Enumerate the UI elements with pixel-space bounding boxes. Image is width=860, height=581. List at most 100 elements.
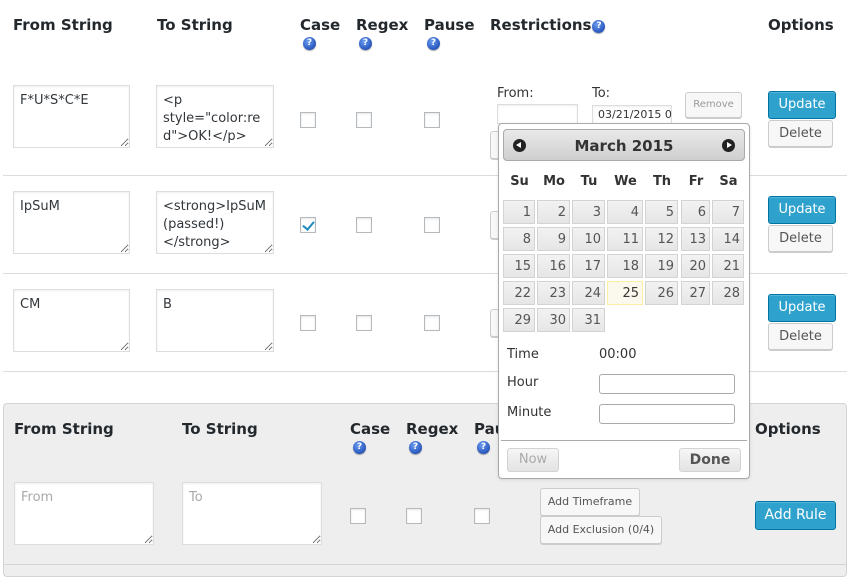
header-restrictions: Restrictions?	[490, 16, 606, 34]
calendar-day[interactable]: 1	[503, 200, 535, 224]
restriction-to-input[interactable]: 03/21/2015 0	[592, 105, 672, 124]
header-regex-label: Regex	[356, 16, 409, 34]
remove-restriction-button[interactable]: Remove	[685, 92, 742, 118]
add-timeframe-button[interactable]: Add Timeframe	[540, 488, 640, 516]
header-case-label: Case	[300, 16, 341, 34]
help-icon[interactable]: ?	[409, 441, 422, 454]
add-header-regex: Regex ?	[406, 420, 458, 456]
weekday-label: We	[614, 174, 637, 189]
from-string-input[interactable]	[13, 85, 130, 148]
header-from-string: From String	[13, 16, 113, 34]
help-icon[interactable]: ?	[477, 441, 490, 454]
calendar-day[interactable]: 16	[537, 254, 570, 278]
new-case-checkbox[interactable]	[350, 508, 366, 524]
calendar-day[interactable]: 29	[503, 308, 535, 332]
calendar-day[interactable]: 26	[645, 281, 678, 305]
minute-label: Minute	[507, 405, 552, 420]
calendar-day[interactable]: 5	[645, 200, 678, 224]
calendar-day[interactable]: 24	[572, 281, 605, 305]
header-regex: Regex ?	[356, 16, 408, 52]
pause-checkbox[interactable]	[424, 112, 440, 128]
case-checkbox[interactable]	[300, 217, 316, 233]
next-month-icon[interactable]	[722, 139, 735, 152]
calendar-day-today[interactable]: 25	[607, 281, 643, 305]
calendar-day[interactable]: 6	[681, 200, 710, 224]
update-button[interactable]: Update	[768, 196, 836, 224]
calendar-day[interactable]: 21	[712, 254, 744, 278]
calendar-day[interactable]: 19	[645, 254, 678, 278]
calendar-day[interactable]: 4	[607, 200, 643, 224]
to-string-input[interactable]	[156, 289, 274, 352]
calendar-day[interactable]: 20	[681, 254, 710, 278]
calendar-day[interactable]: 14	[712, 227, 744, 251]
datepicker-title: March 2015	[574, 137, 674, 155]
update-button[interactable]: Update	[768, 294, 836, 322]
help-icon[interactable]: ?	[353, 441, 366, 454]
calendar-day[interactable]: 10	[572, 227, 605, 251]
restriction-from-input[interactable]	[497, 104, 578, 124]
case-checkbox[interactable]	[300, 315, 316, 331]
regex-checkbox[interactable]	[356, 315, 372, 331]
weekday-label: Su	[510, 174, 529, 189]
calendar-day[interactable]: 12	[645, 227, 678, 251]
header-restrictions-label: Restrictions	[490, 16, 592, 34]
pause-checkbox[interactable]	[424, 315, 440, 331]
delete-button[interactable]: Delete	[768, 120, 833, 147]
calendar-day[interactable]: 17	[572, 254, 605, 278]
add-rule-button[interactable]: Add Rule	[755, 501, 836, 530]
datepicker-footer-divider	[501, 440, 747, 441]
datepicker-popover: March 2015 Su Mo Tu We Th Fr Sa 1 2 3 4 5 6 7 8 9 10 11 1…	[498, 123, 750, 479]
regex-checkbox[interactable]	[356, 217, 372, 233]
now-button[interactable]: Now	[507, 448, 559, 472]
calendar-day[interactable]: 28	[712, 281, 744, 305]
calendar-day[interactable]: 18	[607, 254, 643, 278]
pause-checkbox[interactable]	[424, 217, 440, 233]
calendar-day[interactable]: 11	[607, 227, 643, 251]
time-label: Time	[507, 347, 539, 362]
calendar-day[interactable]: 2	[537, 200, 570, 224]
done-button[interactable]: Done	[679, 448, 741, 472]
add-exclusion-button[interactable]: Add Exclusion (0/4)	[540, 516, 662, 544]
calendar-day[interactable]: 31	[572, 308, 605, 332]
calendar-day[interactable]: 23	[537, 281, 570, 305]
new-regex-checkbox[interactable]	[406, 508, 422, 524]
new-from-string-input[interactable]	[14, 482, 154, 545]
datepicker-header: March 2015	[503, 129, 745, 161]
calendar-day[interactable]: 7	[712, 200, 744, 224]
weekday-label: Th	[652, 174, 672, 189]
header-options: Options	[768, 16, 834, 34]
calendar-day[interactable]: 9	[537, 227, 570, 251]
minute-input[interactable]	[599, 404, 735, 424]
new-pause-checkbox[interactable]	[474, 508, 490, 524]
header-to-string: To String	[157, 16, 233, 34]
calendar-day[interactable]: 27	[681, 281, 710, 305]
new-to-string-input[interactable]	[182, 482, 322, 545]
help-icon[interactable]: ?	[303, 37, 316, 50]
regex-checkbox[interactable]	[356, 112, 372, 128]
help-icon[interactable]: ?	[359, 37, 372, 50]
calendar-day[interactable]: 15	[503, 254, 535, 278]
weekday-label: Fr	[688, 174, 704, 189]
restriction-to-label: To:	[592, 86, 611, 101]
add-header-to-string: To String	[182, 420, 258, 438]
calendar-day[interactable]: 13	[681, 227, 710, 251]
update-button[interactable]: Update	[768, 91, 836, 119]
delete-button[interactable]: Delete	[768, 323, 833, 350]
case-checkbox[interactable]	[300, 112, 316, 128]
delete-button[interactable]: Delete	[768, 225, 833, 252]
add-header-from-string: From String	[14, 420, 114, 438]
calendar-day[interactable]: 3	[572, 200, 605, 224]
weekday-label: Mo	[543, 174, 565, 189]
from-string-input[interactable]	[13, 191, 130, 254]
from-string-input[interactable]	[13, 289, 130, 352]
calendar-day[interactable]: 8	[503, 227, 535, 251]
hour-input[interactable]	[599, 374, 735, 394]
to-string-input[interactable]	[156, 85, 274, 148]
help-icon[interactable]: ?	[592, 20, 606, 33]
header-case: Case ?	[300, 16, 340, 52]
calendar-day[interactable]: 30	[537, 308, 570, 332]
help-icon[interactable]: ?	[427, 37, 440, 50]
hour-label: Hour	[507, 375, 539, 390]
to-string-input[interactable]	[156, 191, 274, 254]
calendar-day[interactable]: 22	[503, 281, 535, 305]
